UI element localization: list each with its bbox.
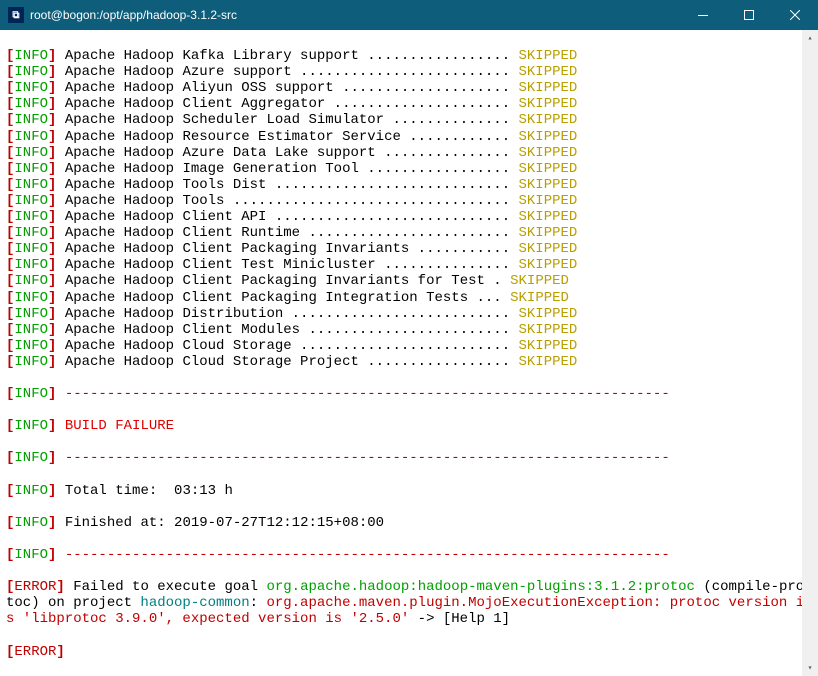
build-module-line: [INFO] Apache Hadoop Resource Estimator … (6, 129, 812, 145)
build-module-line: [INFO] Apache Hadoop Kafka Library suppo… (6, 48, 812, 64)
error-empty-line: [ERROR] (6, 644, 812, 660)
close-button[interactable] (772, 0, 818, 30)
build-module-line: [INFO] Apache Hadoop Azure support .....… (6, 64, 812, 80)
build-module-line: [INFO] Apache Hadoop Aliyun OSS support … (6, 80, 812, 96)
scrollbar-down-button[interactable]: ▾ (802, 660, 818, 676)
build-module-line: [INFO] Apache Hadoop Client Packaging In… (6, 273, 812, 289)
scrollbar-up-button[interactable]: ▴ (802, 30, 818, 46)
build-module-line: [INFO] Apache Hadoop Tools .............… (6, 193, 812, 209)
info-dash-line: [INFO] ---------------------------------… (6, 547, 812, 563)
build-module-line: [INFO] Apache Hadoop Client API ........… (6, 209, 812, 225)
build-module-line: [INFO] Apache Hadoop Cloud Storage Proje… (6, 354, 812, 370)
finished-at-line: [INFO] Finished at: 2019-07-27T12:12:15+… (6, 515, 812, 531)
powershell-icon: ⧉ (8, 7, 24, 23)
minimize-button[interactable] (680, 0, 726, 30)
build-module-line: [INFO] Apache Hadoop Cloud Storage .....… (6, 338, 812, 354)
build-module-line: [INFO] Apache Hadoop Client Runtime ....… (6, 225, 812, 241)
build-module-line: [INFO] Apache Hadoop Distribution ......… (6, 306, 812, 322)
build-module-line: [INFO] Apache Hadoop Client Test Miniclu… (6, 257, 812, 273)
maximize-button[interactable] (726, 0, 772, 30)
window-controls (680, 0, 818, 30)
build-module-line: [INFO] Apache Hadoop Client Packaging In… (6, 241, 812, 257)
build-module-line: [INFO] Apache Hadoop Image Generation To… (6, 161, 812, 177)
info-dash-line: [INFO] ---------------------------------… (6, 386, 812, 402)
build-module-line: [INFO] Apache Hadoop Client Aggregator .… (6, 96, 812, 112)
build-module-list: [INFO] Apache Hadoop Kafka Library suppo… (6, 48, 812, 370)
vertical-scrollbar[interactable]: ▴ ▾ (802, 30, 818, 676)
scrollbar-track[interactable] (802, 46, 818, 660)
terminal-output[interactable]: [INFO] Apache Hadoop Kafka Library suppo… (0, 30, 818, 676)
error-main-line: [ERROR] Failed to execute goal org.apach… (6, 579, 812, 627)
window-titlebar[interactable]: ⧉ root@bogon:/opt/app/hadoop-3.1.2-src (0, 0, 818, 30)
window-title: root@bogon:/opt/app/hadoop-3.1.2-src (30, 8, 680, 22)
total-time-line: [INFO] Total time: 03:13 h (6, 483, 812, 499)
build-module-line: [INFO] Apache Hadoop Client Packaging In… (6, 290, 812, 306)
info-dash-line: [INFO] ---------------------------------… (6, 450, 812, 466)
build-module-line: [INFO] Apache Hadoop Tools Dist ........… (6, 177, 812, 193)
build-module-line: [INFO] Apache Hadoop Scheduler Load Simu… (6, 112, 812, 128)
build-failure-line: [INFO] BUILD FAILURE (6, 418, 812, 434)
build-module-line: [INFO] Apache Hadoop Azure Data Lake sup… (6, 145, 812, 161)
build-module-line: [INFO] Apache Hadoop Client Modules ....… (6, 322, 812, 338)
